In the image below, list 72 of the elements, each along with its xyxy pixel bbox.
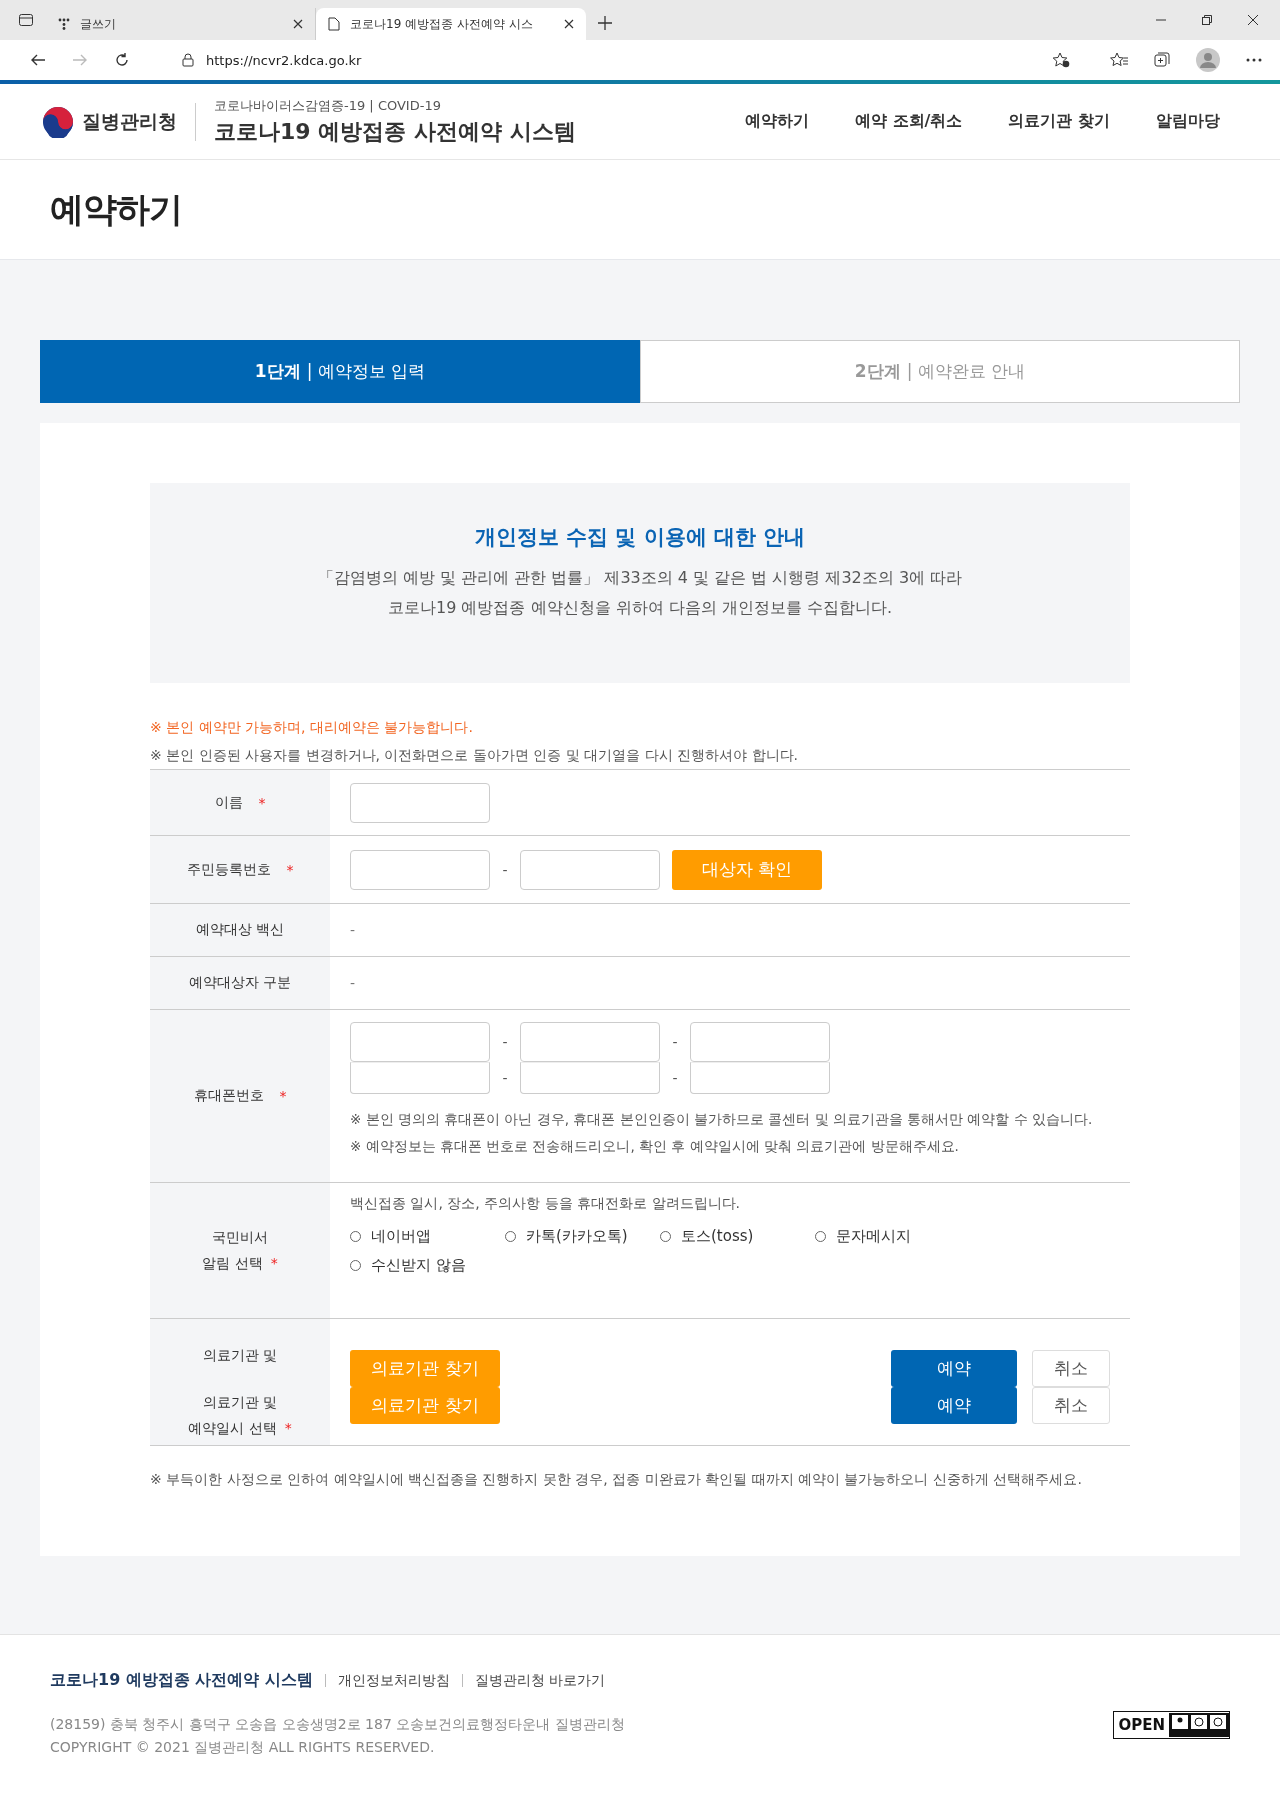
new-tab-icon[interactable] [598, 16, 612, 30]
separator-text: - [501, 861, 509, 878]
radio-option[interactable]: 토스(toss) [660, 1227, 815, 1246]
page-title: 예약하기 [50, 187, 182, 231]
phone-input[interactable] [350, 1022, 490, 1062]
cancel-button[interactable]: 취소 [1032, 1387, 1110, 1425]
nav-link[interactable]: 의료기관 찾기 [1008, 111, 1110, 132]
lock-icon [182, 53, 194, 67]
field-label: 예약대상자 구분 [150, 957, 330, 1009]
nav-link[interactable]: 예약하기 [745, 111, 809, 132]
agency-name: 질병관리청 [82, 108, 177, 134]
radio-option[interactable]: 수신받지 않음 [350, 1256, 505, 1275]
phone-note: ※ 예약정보는 휴대폰 번호로 전송해드리오니, 확인 후 예약일시에 맞춰 의료기관에 방문해주세요. [350, 1137, 960, 1156]
close-icon[interactable] [1248, 15, 1258, 25]
radio-option[interactable]: 카톡(카카오톡) [505, 1227, 660, 1246]
reserve-button[interactable]: 예약 [891, 1387, 1017, 1425]
field-label: 휴대폰번호 * [150, 1010, 330, 1182]
browser-tab[interactable]: 코로나19 예방접종 사전예약 시스 [316, 8, 586, 40]
phone-input[interactable] [690, 1022, 830, 1062]
profile-icon[interactable] [1196, 48, 1220, 72]
notice-text: 「감염병의 예방 및 관리에 관한 법률」 제33조의 4 및 같은 법 시행령 제32조의 3에 따라 [317, 567, 963, 589]
notice-text: 코로나19 예방접종 예약신청을 위하여 다음의 개인정보를 수집합니다. [388, 597, 892, 619]
site-subtitle: 코로나바이러스감염증-19 | COVID-19 [214, 96, 442, 115]
copyright-text: COPYRIGHT © 2021 질병관리청 ALL RIGHTS RESERVED. [50, 1738, 436, 1757]
cancel-button[interactable]: 취소 [1032, 1350, 1110, 1388]
nav-link[interactable]: 알림마당 [1156, 111, 1220, 132]
radio-option[interactable]: 문자메시지 [815, 1227, 970, 1246]
field-label: 의료기관 및 예약일시 선택 * [150, 1387, 330, 1445]
field-label: 주민등록번호 * [150, 836, 330, 903]
reserve-button[interactable]: 예약 [891, 1350, 1017, 1388]
field-label: 예약대상 백신 [150, 904, 330, 956]
name-input[interactable] [350, 782, 490, 823]
radio-option[interactable]: 네이버앱 [350, 1227, 505, 1246]
site-title[interactable]: 코로나19 예방접종 사전예약 시스템 [214, 116, 576, 147]
open-license-badge: OPEN [1113, 1710, 1230, 1739]
favorites-icon[interactable] [1110, 52, 1128, 68]
separator-text: - [501, 1034, 509, 1050]
notice-title: 개인정보 수집 및 이용에 대한 안내 [474, 524, 806, 551]
field-label: 국민비서 알림 선택 * [150, 1183, 330, 1318]
close-icon[interactable] [564, 19, 574, 29]
restore-icon[interactable] [1202, 15, 1212, 25]
tab-actions-icon[interactable] [18, 12, 34, 28]
id-number-input[interactable] [520, 849, 660, 890]
footer-link[interactable]: 개인정보처리방침 [325, 1674, 450, 1687]
refresh-icon[interactable] [114, 52, 130, 68]
warning-text: ※ 본인 인증된 사용자를 변경하거나, 이전화면으로 돌아가면 인증 및 대기열을 다시 진행하셔야 합니다. [150, 746, 800, 765]
add-favorite-icon[interactable] [1052, 52, 1070, 68]
license-marks-icon [1169, 1712, 1229, 1737]
id-number-input[interactable] [350, 849, 490, 890]
taegeuk-logo-icon [42, 105, 74, 138]
separator-text: - [671, 1034, 679, 1050]
back-icon[interactable] [30, 52, 46, 68]
phone-input[interactable] [520, 1022, 660, 1062]
page-icon [328, 17, 340, 31]
separator-text: - [671, 1070, 679, 1086]
footer-title: 코로나19 예방접종 사전예약 시스템 [50, 1670, 313, 1691]
more-icon[interactable] [1246, 58, 1262, 62]
footer-link[interactable]: 질병관리청 바로가기 [462, 1674, 606, 1687]
separator-text: - [501, 1070, 509, 1086]
close-icon[interactable] [293, 19, 303, 29]
collections-icon[interactable] [1154, 52, 1170, 68]
phone-note: ※ 본인 명의의 휴대폰이 아닌 경우, 휴대폰 본인인증이 불가하므로 콜센터 및 의료기관을 통해서만 예약할 수 있습니다. [350, 1110, 1093, 1129]
field-label: 이름 * [150, 770, 330, 835]
notification-hint: 백신접종 일시, 장소, 주의사항 등을 휴대전화로 알려드립니다. [350, 1195, 741, 1213]
warning-text: ※ 본인 예약만 가능하며, 대리예약은 불가능합니다. [150, 718, 474, 737]
field-value: - [350, 922, 356, 938]
nav-link[interactable]: 예약 조회/취소 [855, 111, 963, 132]
app-icon [58, 18, 70, 30]
field-value: - [350, 975, 356, 991]
address-text: (28159) 충북 청주시 흥덕구 오송읍 오송생명2로 187 오송보건의료행정타운내 질병관리청 [50, 1715, 625, 1734]
footnote-text: ※ 부득이한 사정으로 인하여 예약일시에 백신접종을 진행하지 못한 경우, 접종 미완료가 확인될 때까지 예약이 불가능하오니 신중하게 선택해주세요. [150, 1470, 1083, 1489]
field-label: 의료기관 및 [150, 1319, 330, 1388]
